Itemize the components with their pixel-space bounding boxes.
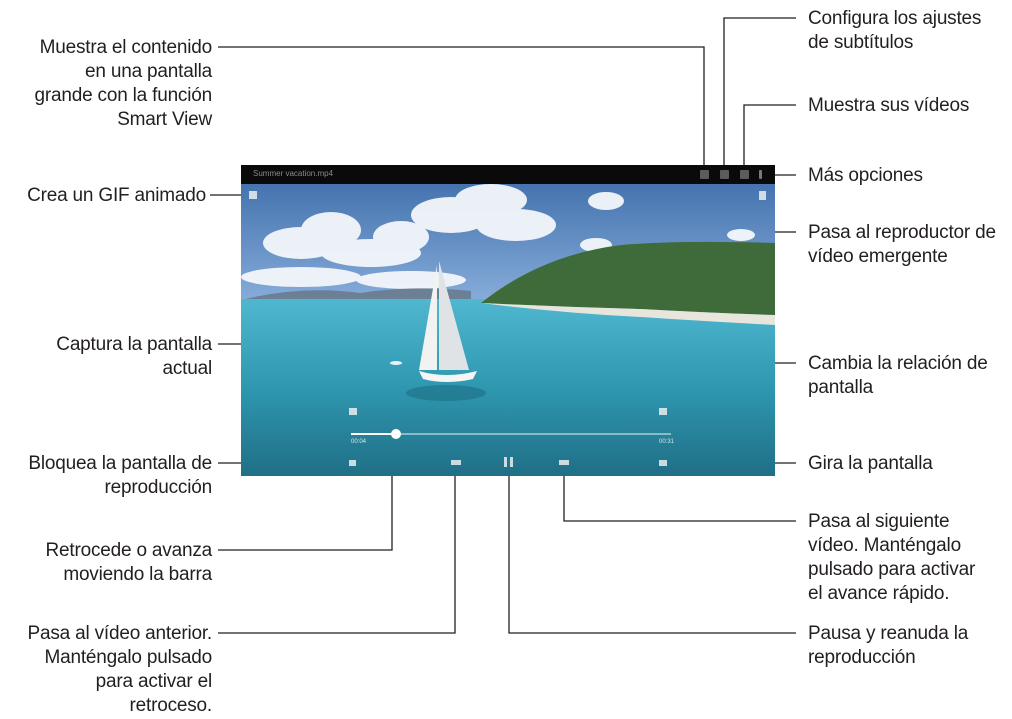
video-title: Summer vacation.mp4 xyxy=(253,169,334,178)
seek-bar[interactable] xyxy=(351,429,671,439)
ratio-icon[interactable] xyxy=(659,408,667,415)
pause-icon-bar xyxy=(510,457,513,467)
more-options-icon[interactable] xyxy=(759,170,762,179)
callout-lock: Bloquea la pantalla de reproducción xyxy=(28,453,212,498)
pause-icon[interactable] xyxy=(504,457,507,467)
leader-pause xyxy=(508,466,796,634)
callout-more: Más opciones xyxy=(808,165,923,186)
callout-next: Pasa al siguiente vídeo. Manténgalo puls… xyxy=(808,511,976,604)
seek-bar-progress xyxy=(351,433,396,435)
callout-gif: Crea un GIF animado xyxy=(27,185,206,206)
player-top-bar: Summer vacation.mp4 xyxy=(241,165,775,184)
callout-pause: Pausa y reanuda la reproducción xyxy=(808,623,969,668)
seek-bar-thumb[interactable] xyxy=(390,429,401,439)
next-icon[interactable] xyxy=(559,460,569,465)
gif-icon[interactable] xyxy=(249,191,257,199)
video-frame-image xyxy=(241,165,775,476)
smart-view-icon[interactable] xyxy=(700,170,709,179)
callout-ratio: Cambia la relación de pantalla xyxy=(808,353,988,398)
callout-rotate: Gira la pantalla xyxy=(808,453,933,474)
subtitles-icon[interactable] xyxy=(720,170,729,179)
leader-smart-view xyxy=(218,46,705,172)
callout-subtitles: Configura los ajustes de subtítulos xyxy=(808,8,982,53)
callout-previous: Pasa al vídeo anterior. Manténgalo pulsa… xyxy=(27,623,213,716)
video-player-screen: Summer vacation.mp4 00:04 00:31 xyxy=(241,165,775,476)
rotate-icon[interactable] xyxy=(659,460,667,466)
popup-player-icon[interactable] xyxy=(759,191,766,200)
lock-icon[interactable] xyxy=(349,460,356,466)
callout-videos: Muestra sus vídeos xyxy=(808,95,970,116)
leader-videos xyxy=(743,104,796,172)
previous-icon[interactable] xyxy=(451,460,461,465)
video-list-icon[interactable] xyxy=(740,170,749,179)
capture-icon[interactable] xyxy=(349,408,357,415)
callout-popup: Pasa al reproductor de vídeo emergente xyxy=(808,222,996,267)
total-time: 00:31 xyxy=(659,439,675,445)
callout-seek: Retrocede o avanza moviendo la barra xyxy=(45,540,213,585)
current-time: 00:04 xyxy=(351,439,367,445)
callout-smart-view: Muestra el contenido en una pantalla gra… xyxy=(34,37,213,130)
leader-subtitles xyxy=(723,17,796,172)
callout-capture: Captura la pantalla actual xyxy=(56,334,212,379)
